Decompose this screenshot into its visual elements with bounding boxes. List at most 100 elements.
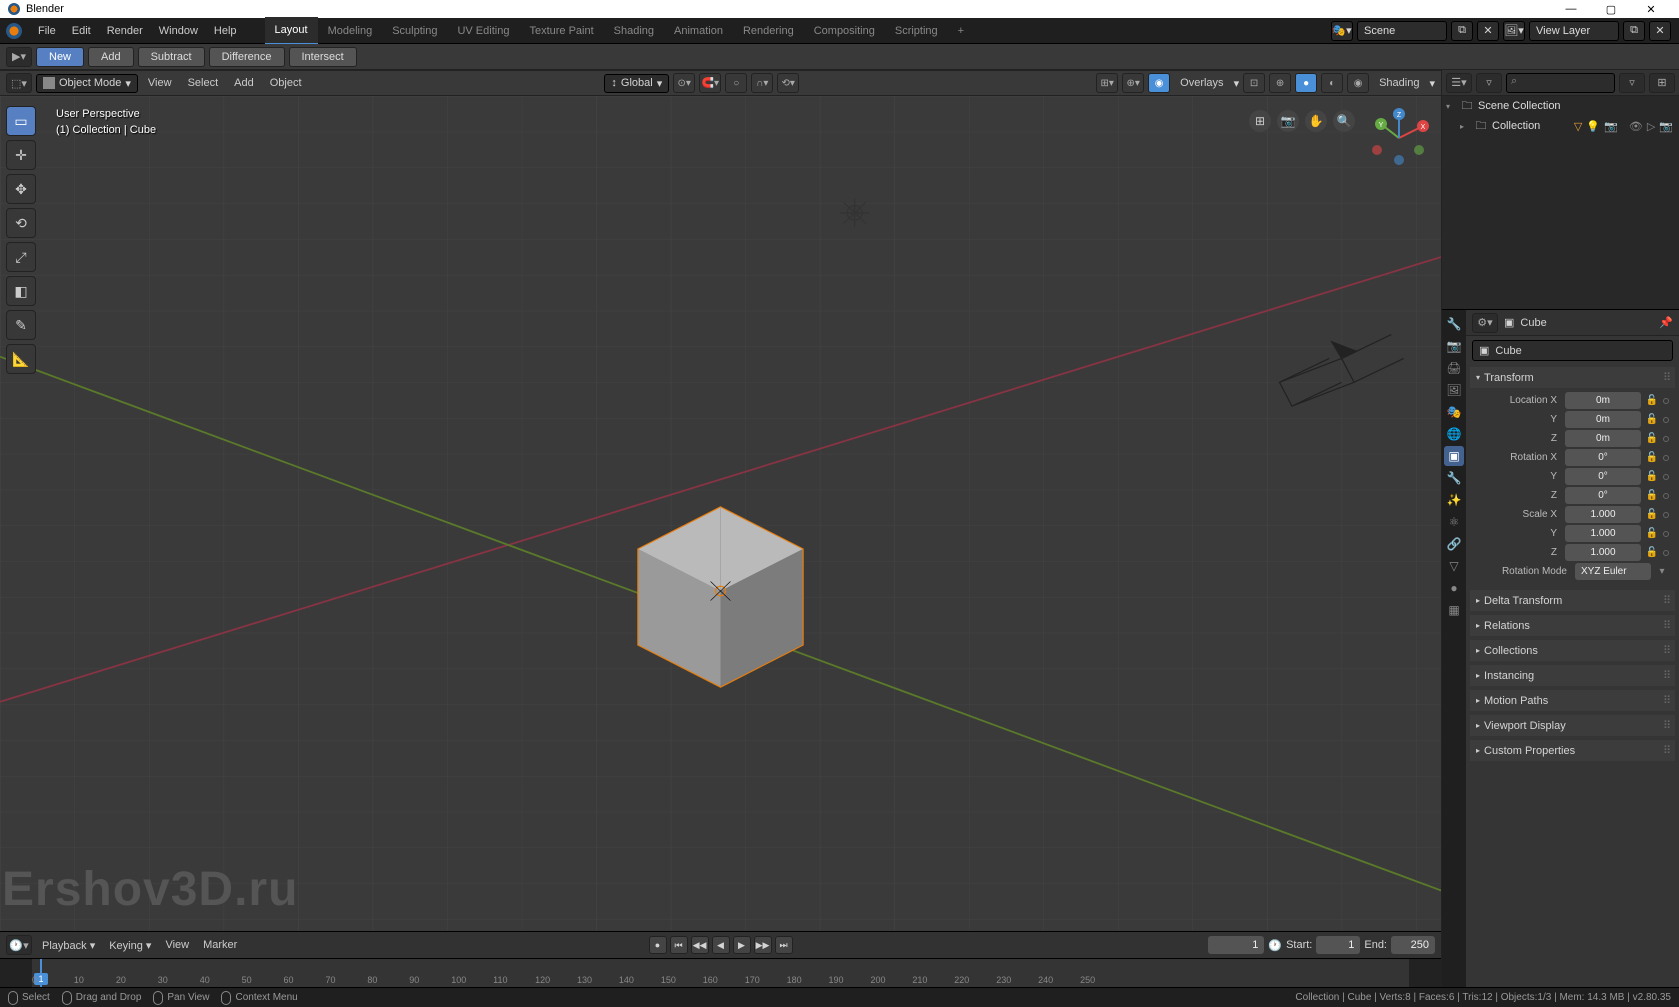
timeline-track[interactable]: 1 01020304050607080901001101201301401501…	[0, 958, 1441, 987]
outliner-search-input[interactable]	[1506, 73, 1615, 93]
overlays-dropdown[interactable]: Overlays	[1174, 77, 1229, 89]
timeline-marker-menu[interactable]: Marker	[199, 939, 241, 951]
tab-world[interactable]: 🌐	[1444, 424, 1464, 444]
bool-difference-button[interactable]: Difference	[209, 47, 285, 67]
panel-viewport-display[interactable]: ▸Viewport Display⠿	[1470, 715, 1675, 736]
gizmo-toggle-icon[interactable]: ⊕▾	[1122, 73, 1144, 93]
tab-material[interactable]: ●	[1444, 578, 1464, 598]
scale-x-input[interactable]	[1565, 506, 1641, 523]
location-z-input[interactable]	[1565, 430, 1641, 447]
tab-add-workspace[interactable]: +	[948, 18, 974, 44]
viewlayer-new-icon[interactable]: ⧉	[1623, 21, 1645, 41]
panel-transform-header[interactable]: ▾Transform⠿	[1470, 367, 1675, 388]
shading-lookdev-icon[interactable]: ◐	[1321, 73, 1343, 93]
editor-type-3dview-icon[interactable]: ⬚▾	[6, 73, 32, 93]
outliner-display-mode-icon[interactable]: ▿	[1476, 73, 1502, 93]
lock-icon[interactable]: 🔓	[1645, 546, 1659, 560]
snap-toggle-icon[interactable]: 🧲▾	[699, 73, 721, 93]
tab-viewlayer[interactable]: 🖼	[1444, 380, 1464, 400]
outliner-editor-type-icon[interactable]: ☰▾	[1446, 73, 1472, 93]
tool-measure[interactable]: 📐	[6, 344, 36, 374]
play-reverse-icon[interactable]: ◀	[712, 936, 730, 954]
viewport-menu-object[interactable]: Object	[264, 77, 308, 89]
keyframe-dot[interactable]	[1663, 474, 1669, 480]
pin-icon[interactable]: 📌	[1659, 316, 1673, 329]
bool-subtract-button[interactable]: Subtract	[138, 47, 205, 67]
autokey-icon[interactable]: ●	[649, 936, 667, 954]
scene-name-input[interactable]	[1357, 21, 1447, 41]
tab-uv-editing[interactable]: UV Editing	[447, 18, 519, 44]
keyframe-dot[interactable]	[1663, 531, 1669, 537]
tab-animation[interactable]: Animation	[664, 18, 733, 44]
tool-cursor[interactable]: ✛	[6, 140, 36, 170]
panel-collections[interactable]: ▸Collections⠿	[1470, 640, 1675, 661]
keyframe-dot[interactable]	[1663, 436, 1669, 442]
tool-rotate[interactable]: ⟲	[6, 208, 36, 238]
pivot-point-icon[interactable]: ⊙▾	[673, 73, 695, 93]
rotation-x-input[interactable]	[1565, 449, 1641, 466]
viewport-menu-view[interactable]: View	[142, 77, 178, 89]
orientation-select[interactable]: ↕ Global ▾	[604, 74, 669, 93]
menu-edit[interactable]: Edit	[64, 18, 99, 44]
jump-prev-key-icon[interactable]: ◀◀	[691, 936, 709, 954]
tab-modeling[interactable]: Modeling	[318, 18, 383, 44]
tab-rendering[interactable]: Rendering	[733, 18, 804, 44]
menu-file[interactable]: File	[30, 18, 64, 44]
tab-layout[interactable]: Layout	[265, 17, 318, 45]
lock-icon[interactable]: 🔓	[1645, 432, 1659, 446]
lock-icon[interactable]: 🔓	[1645, 413, 1659, 427]
tool-transform[interactable]: ◧	[6, 276, 36, 306]
snap-element-icon[interactable]: ⟲▾	[777, 73, 799, 93]
shading-wireframe-icon[interactable]: ⊕	[1269, 73, 1291, 93]
tab-tool[interactable]: 🔧	[1444, 314, 1464, 334]
lock-icon[interactable]: 🔓	[1645, 470, 1659, 484]
toggle-camera-icon[interactable]: 📷	[1277, 110, 1299, 132]
tab-constraints[interactable]: 🔗	[1444, 534, 1464, 554]
proportional-edit-icon[interactable]: ○	[725, 73, 747, 93]
tool-move[interactable]: ✥	[6, 174, 36, 204]
viewport-menu-add[interactable]: Add	[228, 77, 260, 89]
select-toggle-icon[interactable]: ▷	[1647, 120, 1655, 133]
tab-compositing[interactable]: Compositing	[804, 18, 885, 44]
outliner-scene-collection[interactable]: ▾🗀 Scene Collection	[1442, 96, 1679, 116]
shading-rendered-icon[interactable]: ◉	[1347, 73, 1369, 93]
viewlayer-browse-icon[interactable]: 🖼▾	[1503, 21, 1525, 41]
panel-delta-transform[interactable]: ▸Delta Transform⠿	[1470, 590, 1675, 611]
tool-annotate[interactable]: ✎	[6, 310, 36, 340]
bool-new-button[interactable]: New	[36, 47, 84, 67]
minimize-button[interactable]: —	[1551, 3, 1591, 15]
tab-shading[interactable]: Shading	[604, 18, 664, 44]
jump-end-icon[interactable]: ⏭	[775, 936, 793, 954]
menu-window[interactable]: Window	[151, 18, 206, 44]
pan-view-icon[interactable]: ✋	[1305, 110, 1327, 132]
panel-relations[interactable]: ▸Relations⠿	[1470, 615, 1675, 636]
lock-icon[interactable]: 🔓	[1645, 508, 1659, 522]
overlays-toggle-icon[interactable]: ◉	[1148, 73, 1170, 93]
properties-editor-type-icon[interactable]: ⚙▾	[1472, 313, 1498, 333]
tab-texture-paint[interactable]: Texture Paint	[519, 18, 603, 44]
tab-output[interactable]: 🖨	[1444, 358, 1464, 378]
viewport-menu-select[interactable]: Select	[182, 77, 225, 89]
keyframe-dot[interactable]	[1663, 455, 1669, 461]
viewlayer-name-input[interactable]	[1529, 21, 1619, 41]
lock-icon[interactable]: 🔓	[1645, 451, 1659, 465]
panel-custom-properties[interactable]: ▸Custom Properties⠿	[1470, 740, 1675, 761]
rotation-y-input[interactable]	[1565, 468, 1641, 485]
editor-type-icon[interactable]: ▶▾	[6, 47, 32, 67]
shading-dropdown[interactable]: Shading	[1373, 77, 1425, 89]
blender-logo-icon[interactable]	[6, 23, 22, 39]
xray-toggle-icon[interactable]: ⊡	[1243, 73, 1265, 93]
jump-start-icon[interactable]: ⏮	[670, 936, 688, 954]
tab-physics[interactable]: ⚛	[1444, 512, 1464, 532]
start-frame-input[interactable]	[1316, 936, 1360, 954]
mode-select[interactable]: Object Mode▾	[36, 74, 138, 93]
scene-delete-icon[interactable]: ✕	[1477, 21, 1499, 41]
camera-view-icon[interactable]: ⊞	[1249, 110, 1271, 132]
shading-solid-icon[interactable]: ●	[1295, 73, 1317, 93]
outliner-collection[interactable]: ▸🗀 Collection ▽💡📷 👁▷📷	[1442, 116, 1679, 136]
outliner-filter-icon[interactable]: ▿	[1619, 73, 1645, 93]
hide-toggle-icon[interactable]: 👁	[1629, 120, 1643, 133]
keyframe-dot[interactable]	[1663, 493, 1669, 499]
keyframe-dot[interactable]	[1663, 417, 1669, 423]
object-name-field[interactable]: ▣ Cube	[1472, 340, 1673, 361]
